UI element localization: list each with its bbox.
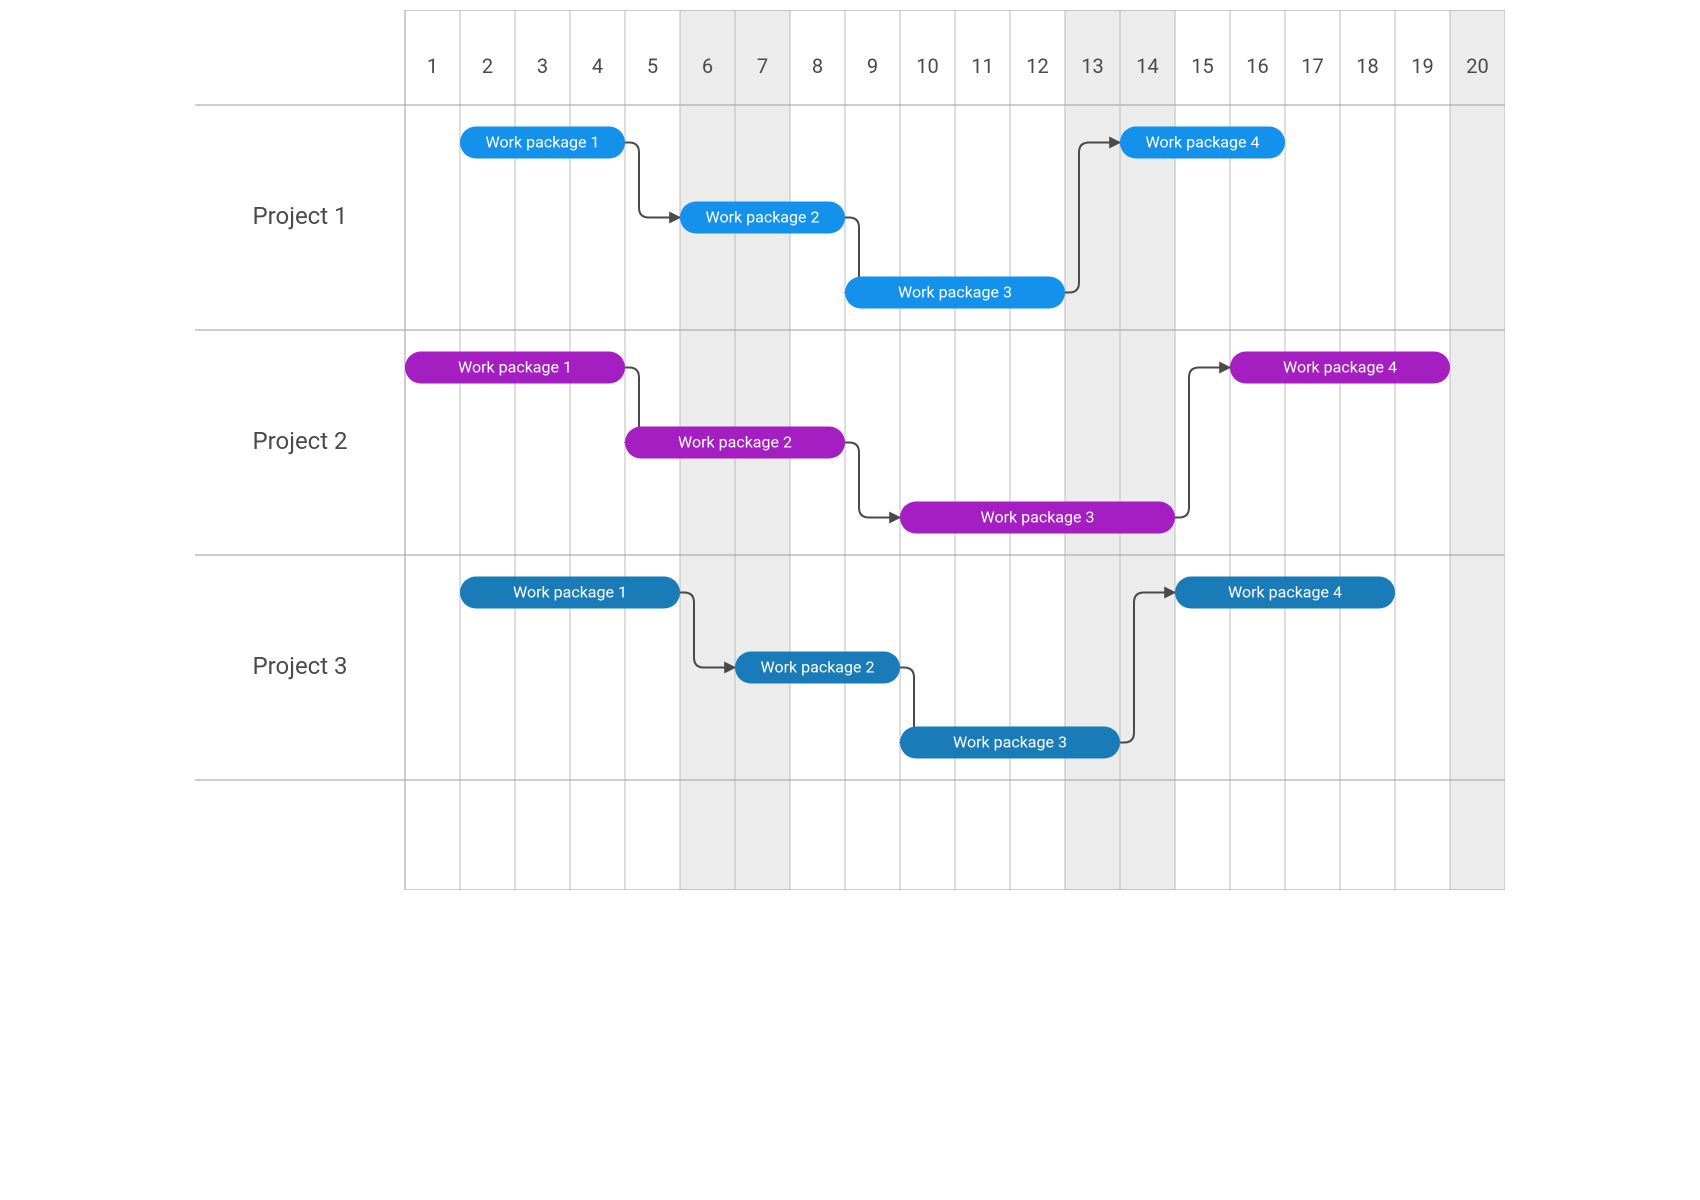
work-package-bar[interactable]: Work package 2: [625, 427, 845, 459]
column-header-14: 14: [1136, 54, 1158, 78]
work-package-bar[interactable]: Work package 2: [735, 652, 900, 684]
work-package-bar[interactable]: Work package 1: [405, 352, 625, 384]
row-label-1: Project 1: [252, 202, 347, 230]
work-package-label: Work package 1: [513, 583, 627, 602]
work-package-bar[interactable]: Work package 3: [845, 277, 1065, 309]
work-package-bar[interactable]: Work package 1: [460, 127, 625, 159]
work-package-label: Work package 4: [1228, 583, 1342, 602]
work-package-label: Work package 2: [678, 433, 792, 452]
column-header-15: 15: [1191, 54, 1213, 78]
column-header-6: 6: [702, 54, 713, 78]
work-package-bar[interactable]: Work package 1: [460, 577, 680, 609]
work-package-label: Work package 4: [1146, 133, 1260, 152]
dependency-arrow: [845, 443, 900, 518]
work-package-bar[interactable]: Work package 4: [1120, 127, 1285, 159]
column-header-3: 3: [537, 54, 548, 78]
column-header-12: 12: [1026, 54, 1048, 78]
dependency-arrow: [625, 143, 680, 218]
column-header-11: 11: [971, 54, 993, 78]
column-header-17: 17: [1301, 54, 1323, 78]
work-package-bar[interactable]: Work package 3: [900, 502, 1175, 534]
work-package-label: Work package 3: [953, 733, 1067, 752]
work-package-label: Work package 2: [761, 658, 875, 677]
column-header-8: 8: [812, 54, 823, 78]
column-header-2: 2: [482, 54, 493, 78]
column-header-16: 16: [1246, 54, 1268, 78]
work-package-label: Work package 2: [706, 208, 820, 227]
work-package-bar[interactable]: Work package 2: [680, 202, 845, 234]
work-package-bar[interactable]: Work package 3: [900, 727, 1120, 759]
work-package-label: Work package 4: [1283, 358, 1397, 377]
work-package-label: Work package 1: [458, 358, 572, 377]
work-package-label: Work package 3: [898, 283, 1012, 302]
column-header-19: 19: [1411, 54, 1433, 78]
column-header-18: 18: [1356, 54, 1378, 78]
work-package-bar[interactable]: Work package 4: [1175, 577, 1395, 609]
shaded-column-20: [1450, 10, 1505, 890]
row-label-3: Project 3: [252, 652, 347, 680]
gantt-chart: 1234567891011121314151617181920Project 1…: [195, 10, 1505, 890]
column-header-1: 1: [427, 54, 438, 78]
work-package-label: Work package 1: [486, 133, 600, 152]
work-package-label: Work package 3: [981, 508, 1095, 527]
column-header-20: 20: [1466, 54, 1488, 78]
dependency-arrow: [1175, 368, 1230, 518]
row-label-2: Project 2: [252, 427, 347, 455]
column-header-4: 4: [592, 54, 603, 78]
column-header-10: 10: [916, 54, 938, 78]
column-header-5: 5: [647, 54, 658, 78]
column-header-13: 13: [1081, 54, 1103, 78]
column-header-7: 7: [757, 54, 768, 78]
column-header-9: 9: [867, 54, 878, 78]
work-package-bar[interactable]: Work package 4: [1230, 352, 1450, 384]
